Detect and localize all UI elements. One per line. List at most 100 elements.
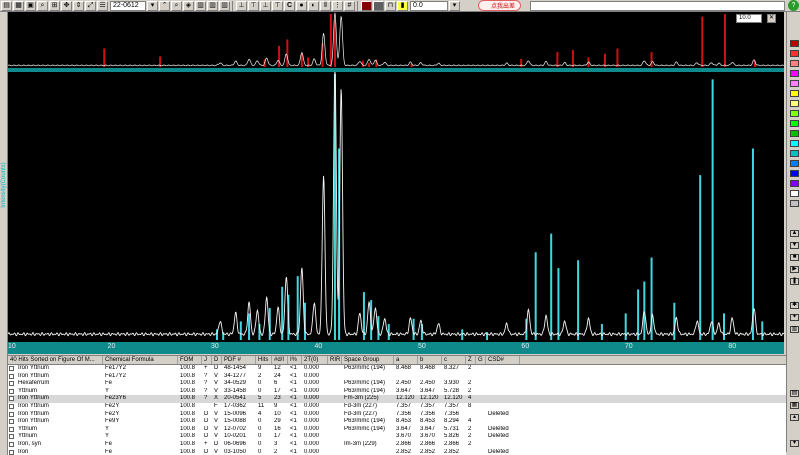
table-row[interactable]: Iron Fe 100.8 D V 03-1050 0 2 <1 0.000 2.852 2.852 2… — [8, 449, 786, 455]
move-icon[interactable]: ✥ — [61, 0, 72, 11]
table-icon[interactable]: ▤ — [790, 390, 799, 397]
palette-swatch[interactable] — [790, 180, 799, 187]
expand-icon[interactable]: ⇕ — [73, 0, 84, 11]
row-checkbox[interactable] — [9, 396, 14, 402]
column-header[interactable]: PDF # — [222, 356, 256, 364]
save-icon[interactable]: ▦ — [13, 0, 24, 11]
palette-swatch[interactable] — [790, 90, 799, 97]
palette-swatch[interactable] — [790, 100, 799, 107]
column-header[interactable]: c — [442, 356, 466, 364]
palette-swatch[interactable] — [790, 50, 799, 57]
stop-icon[interactable]: ■ — [790, 254, 799, 261]
column-header[interactable]: a — [394, 356, 418, 364]
table-row[interactable]: Yttrium Y 100.8? V 33-1458 0 17 <1 0.000 P63/mmc … — [8, 388, 786, 396]
bars3-icon[interactable]: ▥ — [219, 0, 230, 11]
table-row[interactable]: Iron Yttrium Fe2Y 100.8 D V 15-0096 4 10 <1 0.000… — [8, 411, 786, 419]
ce-icon[interactable]: C — [284, 0, 295, 11]
tool-icon[interactable]: ✱ — [790, 302, 799, 309]
grid-icon[interactable]: ⊞ — [49, 0, 60, 11]
row-checkbox[interactable] — [9, 411, 14, 417]
ticks-icon[interactable]: ⋮ — [332, 0, 343, 11]
fill-box-icon[interactable] — [373, 0, 384, 11]
overview-plot[interactable]: 10.0 ✕ — [7, 12, 785, 68]
row-checkbox[interactable] — [9, 449, 14, 455]
row-checkbox[interactable] — [9, 426, 14, 432]
bars-icon[interactable]: ▥ — [195, 0, 206, 11]
table-row[interactable]: Iron Yttrium Fe17Y2 100.8? V 34-1277 2 24 <1 0.0… — [8, 373, 786, 381]
sheet-icon[interactable]: ▦ — [790, 402, 799, 409]
drop-icon[interactable]: ◈ — [183, 0, 194, 11]
close-icon[interactable]: ✕ — [767, 14, 776, 23]
palette-swatch[interactable] — [790, 60, 799, 67]
column-header[interactable]: CSD# — [486, 356, 520, 364]
search-icon[interactable]: ⌕ — [171, 0, 182, 11]
palette-swatch[interactable] — [790, 120, 799, 127]
palette-swatch[interactable] — [790, 40, 799, 47]
bars2-icon[interactable]: ▥ — [207, 0, 218, 11]
open-icon[interactable]: ▤ — [1, 0, 12, 11]
peak-icon[interactable]: ⌃ — [159, 0, 170, 11]
marker3-icon[interactable]: ⊥ — [260, 0, 271, 11]
pdf-number-input[interactable]: 22-0612 — [110, 0, 146, 11]
column-header[interactable]: 40 Hits Sorted on Figure Of M... — [8, 356, 103, 364]
table-row[interactable]: Iron Yttrium Fe23Y6 100.8? X 20-0541 5 23 <1 0.0… — [8, 395, 786, 403]
table-row[interactable]: Iron Yttrium Fe9Y 100.8 D V 15-0088 0 29 <1 0.000… — [8, 418, 786, 426]
palette-swatch[interactable] — [790, 70, 799, 77]
chart-icon[interactable]: ▥ — [790, 326, 799, 333]
palette-swatch[interactable] — [790, 200, 799, 207]
offset-input[interactable]: 0.0 — [410, 0, 448, 11]
pin-icon[interactable]: ✦ — [790, 314, 799, 321]
column-header[interactable]: FOM — [178, 356, 202, 364]
row-checkbox[interactable] — [9, 434, 14, 440]
column-header[interactable]: Hits — [256, 356, 272, 364]
arrow-down-icon[interactable]: ▼ — [790, 242, 799, 249]
main-plot[interactable] — [7, 68, 785, 342]
palette-swatch[interactable] — [790, 110, 799, 117]
marker4-icon[interactable]: ⊤ — [272, 0, 283, 11]
offset-dropdown-icon[interactable]: ▾ — [449, 0, 460, 11]
palette-swatch[interactable] — [790, 160, 799, 167]
row-checkbox[interactable] — [9, 403, 14, 409]
column-header[interactable]: #d/I — [272, 356, 288, 364]
print-icon[interactable]: ▣ — [25, 0, 36, 11]
half-circle-icon[interactable]: ◐ — [308, 0, 319, 11]
list-icon[interactable]: ☰ — [97, 0, 108, 11]
table-row[interactable]: Hexaferrum Fe 100.8? V 34-0529 0 6 <1 0.000 P63/m… — [8, 380, 786, 388]
color-box-icon[interactable] — [361, 0, 372, 11]
column-header[interactable]: J — [202, 356, 212, 364]
column-header[interactable]: D — [212, 356, 222, 364]
zoom-icon[interactable]: ⌕ — [37, 0, 48, 11]
palette-swatch[interactable] — [790, 150, 799, 157]
column-header[interactable]: 2T(0) — [302, 356, 328, 364]
dropdown-arrow-icon[interactable]: ▾ — [147, 0, 158, 11]
column-header[interactable]: b — [418, 356, 442, 364]
row-checkbox[interactable] — [9, 388, 14, 394]
help-icon[interactable]: ? — [788, 0, 799, 11]
column-header[interactable]: Z — [466, 356, 476, 364]
table-row[interactable]: Iron Yttrium Fe2Y 100.8 F 17-0362 11 9 <1 0.000 F… — [8, 403, 786, 411]
row-checkbox[interactable] — [9, 441, 14, 447]
marker-icon[interactable]: ⊥ — [236, 0, 247, 11]
columns-icon[interactable]: ⫴ — [320, 0, 331, 11]
callout-badge[interactable]: 点我出差 — [478, 0, 522, 11]
palette-swatch[interactable] — [790, 80, 799, 87]
table-row[interactable]: Iron, syn Fe 100.8 + D 06-0696 0 3 <1 0.000 Im-3m … — [8, 441, 786, 449]
highlight-icon[interactable]: ▮ — [397, 0, 408, 11]
play-icon[interactable]: ▶ — [790, 266, 799, 273]
column-header[interactable]: I% — [288, 356, 302, 364]
table-row[interactable]: Iron Yttrium Fe17Y2 100.8 + D 48-1454 9 12 <1 0.0… — [8, 365, 786, 373]
column-header[interactable]: Space Group — [342, 356, 394, 364]
column-header[interactable]: G — [476, 356, 486, 364]
row-checkbox[interactable] — [9, 373, 14, 379]
fit-icon[interactable]: ⤢ — [85, 0, 96, 11]
row-checkbox[interactable] — [9, 381, 14, 387]
circle-icon[interactable]: ● — [296, 0, 307, 11]
row-checkbox[interactable] — [9, 366, 14, 371]
hash-icon[interactable]: # — [344, 0, 355, 11]
palette-swatch[interactable] — [790, 140, 799, 147]
table-row[interactable]: Yttrium Y 100.8 D V 10-0201 0 17 <1 0.000 3.670 3.6… — [8, 433, 786, 441]
row-checkbox[interactable] — [9, 419, 14, 425]
marker2-icon[interactable]: ⊤ — [248, 0, 259, 11]
palette-swatch[interactable] — [790, 170, 799, 177]
palette-swatch[interactable] — [790, 130, 799, 137]
